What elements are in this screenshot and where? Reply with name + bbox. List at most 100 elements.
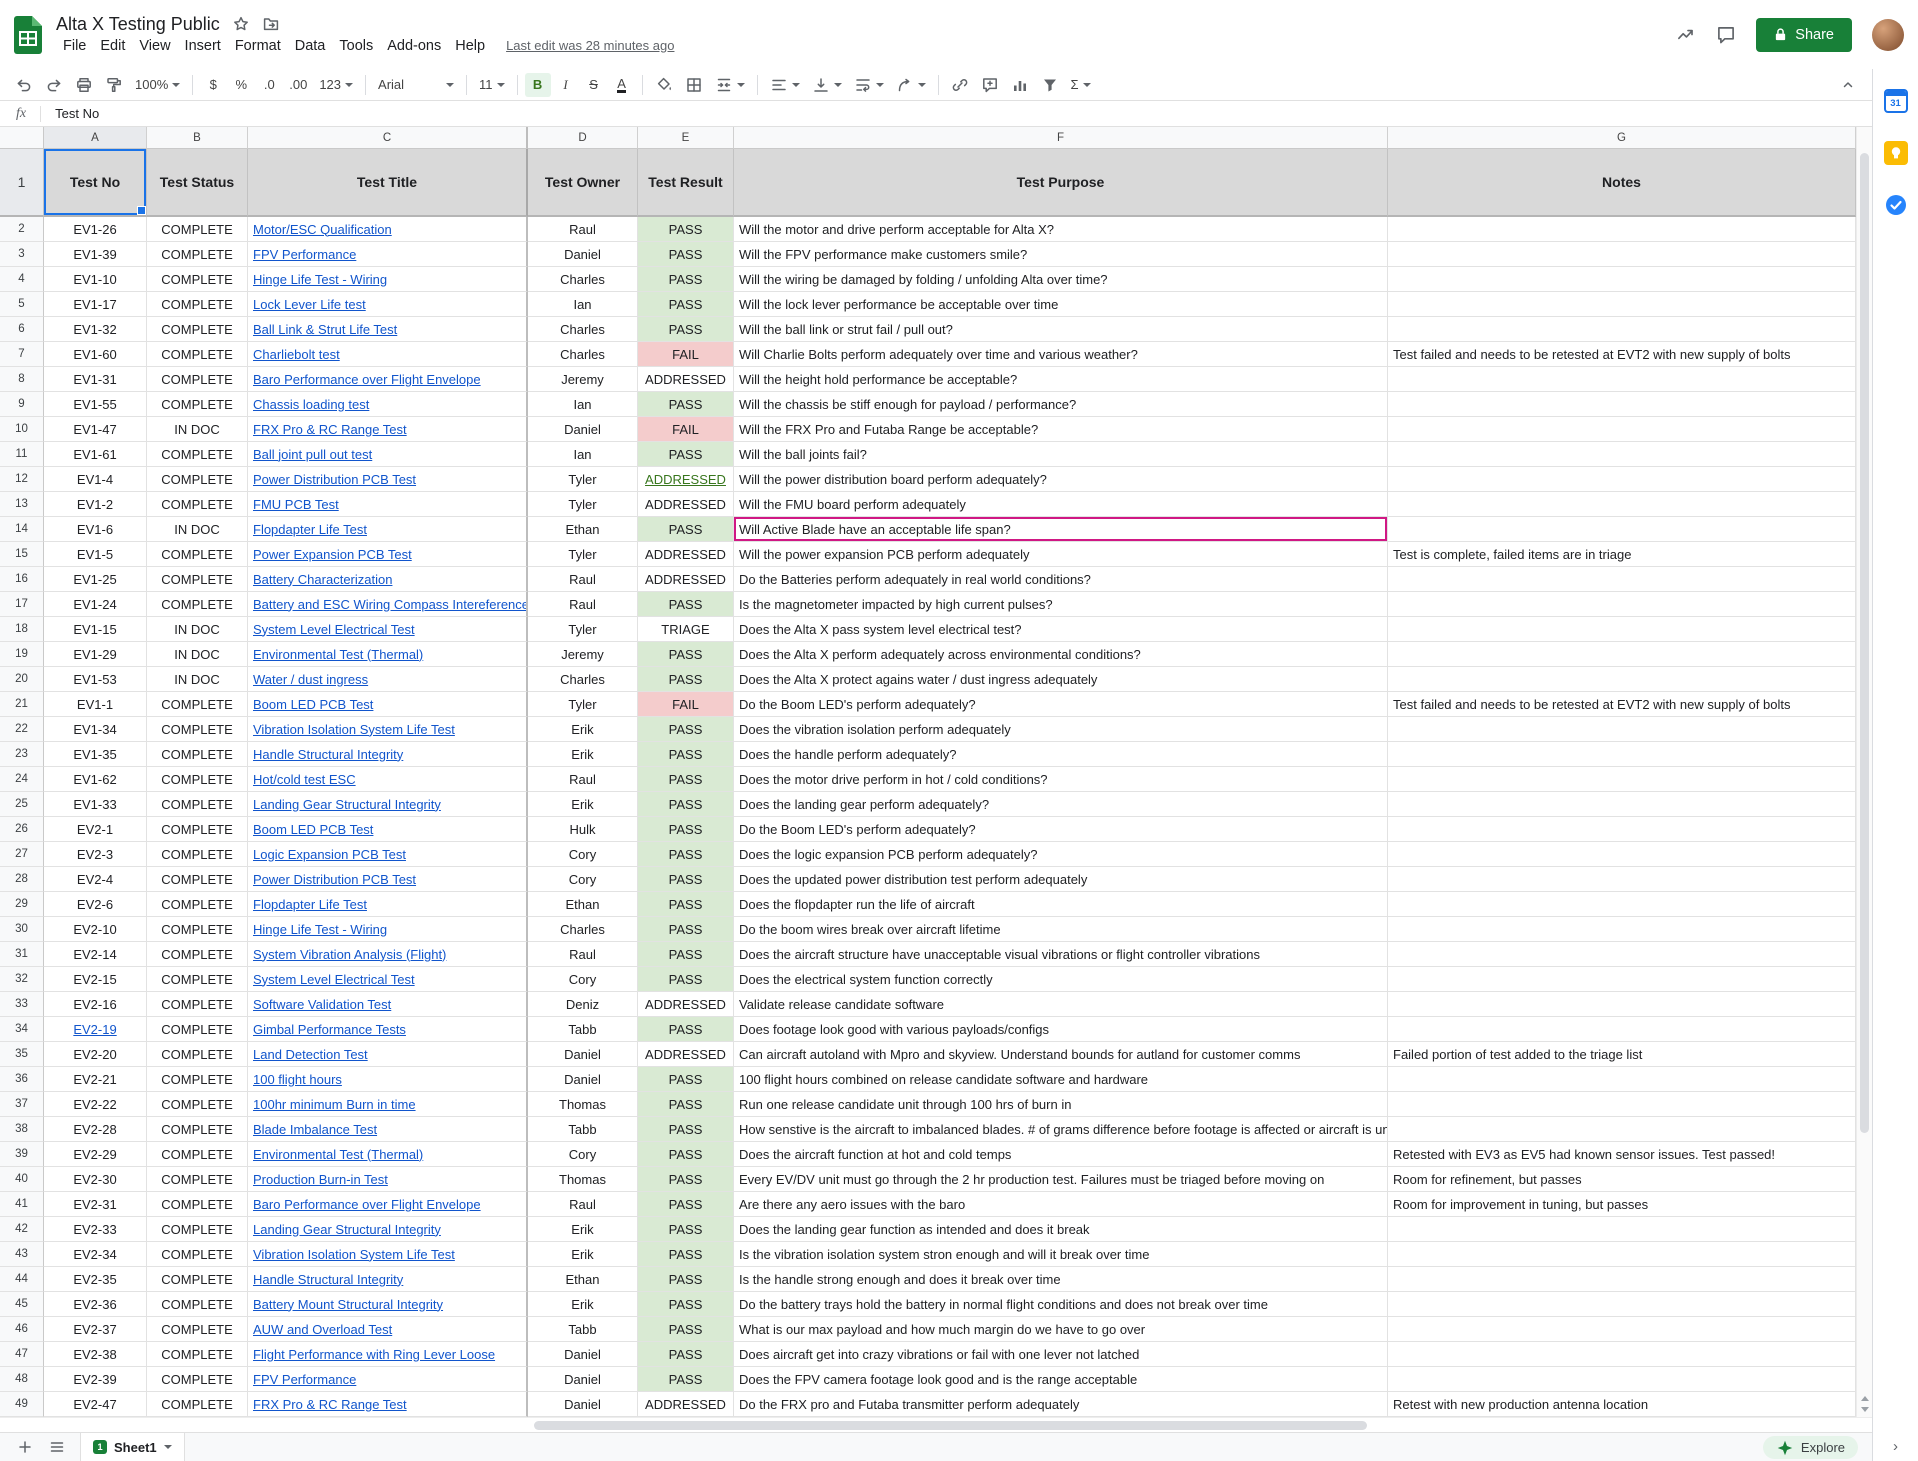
cell-test-no[interactable]: EV2-38 bbox=[44, 1342, 147, 1367]
cell-test-owner[interactable]: Ethan bbox=[528, 892, 638, 917]
cell-test-no[interactable]: EV1-17 bbox=[44, 292, 147, 317]
row-number[interactable]: 12 bbox=[0, 467, 44, 492]
cell-test-status[interactable]: IN DOC bbox=[147, 667, 248, 692]
comment-icon[interactable] bbox=[1716, 25, 1736, 45]
horizontal-scrollbar-thumb[interactable] bbox=[534, 1421, 1367, 1430]
cell-test-no[interactable]: EV1-62 bbox=[44, 767, 147, 792]
row-number[interactable]: 24 bbox=[0, 767, 44, 792]
cell-test-purpose[interactable]: Run one release candidate unit through 1… bbox=[734, 1092, 1388, 1117]
cell-test-status[interactable]: COMPLETE bbox=[147, 1317, 248, 1342]
cell-notes[interactable] bbox=[1388, 1342, 1856, 1367]
menu-help[interactable]: Help bbox=[448, 36, 492, 56]
header-cell-notes[interactable]: Notes bbox=[1388, 149, 1856, 217]
cell-test-purpose[interactable]: Does the aircraft function at hot and co… bbox=[734, 1142, 1388, 1167]
collapse-toolbar-button[interactable] bbox=[1834, 73, 1862, 97]
cell-test-title[interactable]: Vibration Isolation System Life Test bbox=[248, 1242, 528, 1267]
row-number[interactable]: 44 bbox=[0, 1267, 44, 1292]
cell-test-status[interactable]: COMPLETE bbox=[147, 1192, 248, 1217]
cell-test-owner[interactable]: Daniel bbox=[528, 1342, 638, 1367]
cell-notes[interactable] bbox=[1388, 842, 1856, 867]
cell-test-no[interactable]: EV2-29 bbox=[44, 1142, 147, 1167]
cell-test-purpose[interactable]: Do the boom wires break over aircraft li… bbox=[734, 917, 1388, 942]
row-number[interactable]: 27 bbox=[0, 842, 44, 867]
cell-test-no[interactable]: EV1-32 bbox=[44, 317, 147, 342]
cell-test-status[interactable]: COMPLETE bbox=[147, 1167, 248, 1192]
tasks-icon[interactable] bbox=[1884, 193, 1908, 217]
cell-test-title[interactable]: Hinge Life Test - Wiring bbox=[248, 267, 528, 292]
cell-test-status[interactable]: COMPLETE bbox=[147, 1017, 248, 1042]
cell-test-purpose[interactable]: Can aircraft autoland with Mpro and skyv… bbox=[734, 1042, 1388, 1067]
format-currency-button[interactable]: $ bbox=[200, 73, 226, 97]
cell-test-result[interactable]: PASS bbox=[638, 517, 734, 542]
cell-test-result[interactable]: PASS bbox=[638, 967, 734, 992]
insert-comment-button[interactable] bbox=[976, 73, 1004, 97]
cell-test-status[interactable]: COMPLETE bbox=[147, 1117, 248, 1142]
cell-test-owner[interactable]: Raul bbox=[528, 567, 638, 592]
cell-test-no[interactable]: EV2-47 bbox=[44, 1392, 147, 1417]
cell-test-status[interactable]: COMPLETE bbox=[147, 217, 248, 242]
vertical-scrollbar[interactable] bbox=[1856, 127, 1872, 1417]
cell-test-owner[interactable]: Tyler bbox=[528, 692, 638, 717]
row-number[interactable]: 30 bbox=[0, 917, 44, 942]
cell-test-no[interactable]: EV1-34 bbox=[44, 717, 147, 742]
cell-test-status[interactable]: COMPLETE bbox=[147, 1142, 248, 1167]
cell-test-no[interactable]: EV2-36 bbox=[44, 1292, 147, 1317]
header-cell-test-no[interactable]: Test No bbox=[44, 149, 147, 217]
cell-test-owner[interactable]: Erik bbox=[528, 717, 638, 742]
cell-test-status[interactable]: COMPLETE bbox=[147, 367, 248, 392]
cell-test-title[interactable]: Hot/cold test ESC bbox=[248, 767, 528, 792]
cell-test-title[interactable]: Production Burn-in Test bbox=[248, 1167, 528, 1192]
cell-test-purpose[interactable]: Does the Alta X pass system level electr… bbox=[734, 617, 1388, 642]
cell-test-no[interactable]: EV2-19 bbox=[44, 1017, 147, 1042]
cell-test-result[interactable]: FAIL bbox=[638, 342, 734, 367]
cell-test-purpose[interactable]: Will the power distribution board perfor… bbox=[734, 467, 1388, 492]
decrease-decimal-button[interactable]: .0 bbox=[256, 73, 282, 97]
row-number[interactable]: 47 bbox=[0, 1342, 44, 1367]
cell-test-status[interactable]: COMPLETE bbox=[147, 717, 248, 742]
cell-test-owner[interactable]: Cory bbox=[528, 967, 638, 992]
cell-test-owner[interactable]: Tyler bbox=[528, 617, 638, 642]
header-cell-test-purpose[interactable]: Test Purpose bbox=[734, 149, 1388, 217]
column-header-e[interactable]: E bbox=[638, 127, 734, 149]
cell-test-status[interactable]: COMPLETE bbox=[147, 842, 248, 867]
cell-test-result[interactable]: PASS bbox=[638, 242, 734, 267]
cell-test-status[interactable]: COMPLETE bbox=[147, 792, 248, 817]
row-number[interactable]: 38 bbox=[0, 1117, 44, 1142]
cell-notes[interactable] bbox=[1388, 242, 1856, 267]
cell-test-status[interactable]: COMPLETE bbox=[147, 692, 248, 717]
cell-test-owner[interactable]: Cory bbox=[528, 842, 638, 867]
cell-test-no[interactable]: EV2-15 bbox=[44, 967, 147, 992]
cell-test-owner[interactable]: Ethan bbox=[528, 1267, 638, 1292]
menu-edit[interactable]: Edit bbox=[93, 36, 132, 56]
row-number[interactable]: 46 bbox=[0, 1317, 44, 1342]
merge-cells-button[interactable] bbox=[710, 73, 750, 97]
functions-button[interactable]: Σ bbox=[1066, 73, 1096, 97]
cell-test-purpose[interactable]: Does the Alta X protect agains water / d… bbox=[734, 667, 1388, 692]
horizontal-align-button[interactable] bbox=[765, 73, 805, 97]
cell-notes[interactable]: Retest with new production antenna locat… bbox=[1388, 1392, 1856, 1417]
cell-test-no[interactable]: EV1-33 bbox=[44, 792, 147, 817]
cell-test-status[interactable]: COMPLETE bbox=[147, 317, 248, 342]
cell-test-no[interactable]: EV2-37 bbox=[44, 1317, 147, 1342]
text-wrap-button[interactable] bbox=[849, 73, 889, 97]
row-number[interactable]: 7 bbox=[0, 342, 44, 367]
cell-test-purpose[interactable]: Does the handle perform adequately? bbox=[734, 742, 1388, 767]
row-number[interactable]: 13 bbox=[0, 492, 44, 517]
cell-test-result[interactable]: PASS bbox=[638, 1192, 734, 1217]
cell-test-title[interactable]: Flopdapter Life Test bbox=[248, 517, 528, 542]
cell-test-title[interactable]: Gimbal Performance Tests bbox=[248, 1017, 528, 1042]
cell-test-title[interactable]: Land Detection Test bbox=[248, 1042, 528, 1067]
cell-test-result[interactable]: ADDRESSED bbox=[638, 992, 734, 1017]
activity-dashboard-icon[interactable] bbox=[1676, 25, 1696, 45]
cell-test-no[interactable]: EV2-39 bbox=[44, 1367, 147, 1392]
cell-test-title[interactable]: Battery Characterization bbox=[248, 567, 528, 592]
cell-test-title[interactable]: FPV Performance bbox=[248, 242, 528, 267]
row-number[interactable]: 34 bbox=[0, 1017, 44, 1042]
increase-decimal-button[interactable]: .00 bbox=[284, 73, 312, 97]
row-number[interactable]: 37 bbox=[0, 1092, 44, 1117]
row-number[interactable]: 22 bbox=[0, 717, 44, 742]
calendar-icon[interactable]: 31 bbox=[1884, 89, 1908, 113]
cell-notes[interactable] bbox=[1388, 967, 1856, 992]
row-number[interactable]: 36 bbox=[0, 1067, 44, 1092]
cell-notes[interactable] bbox=[1388, 592, 1856, 617]
